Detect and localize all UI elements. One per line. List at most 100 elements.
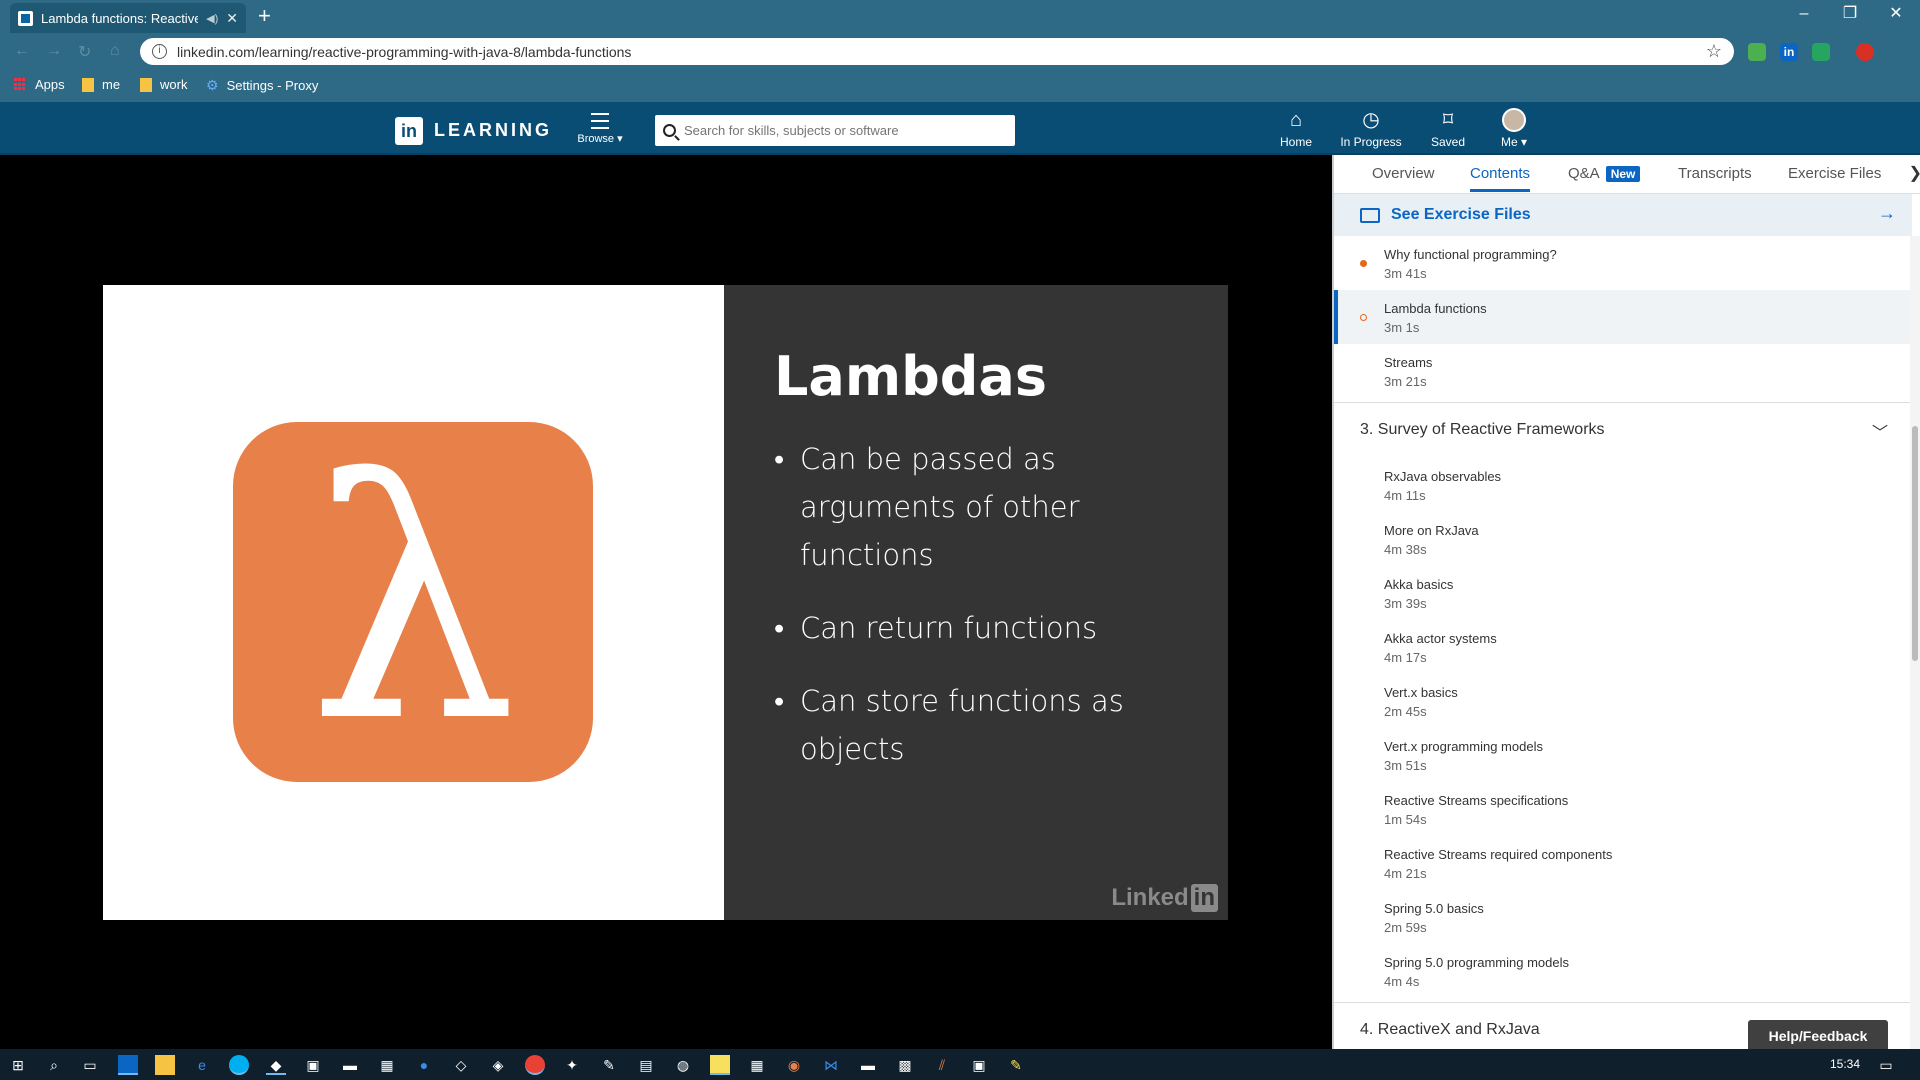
list-item[interactable]: RxJava observables 4m 11s [1334, 458, 1912, 512]
list-item[interactable]: Akka basics 3m 39s [1334, 566, 1912, 620]
site-info-icon[interactable]: i [152, 44, 167, 59]
tab-contents[interactable]: Contents [1470, 165, 1531, 192]
tab-close-icon[interactable]: ✕ [226, 10, 238, 27]
nav-in-progress[interactable]: ◷ In Progress [1340, 108, 1402, 149]
vscode-icon[interactable]: ⋈ [821, 1055, 841, 1075]
lesson-title: Reactive Streams required components [1384, 847, 1613, 862]
bookmark-icon: ⌑ [1442, 109, 1454, 131]
system-clock[interactable]: 15:34 [1830, 1057, 1860, 1071]
app-icon[interactable]: ◉ [784, 1055, 804, 1075]
speaker-icon[interactable]: ◀) [206, 12, 218, 25]
nav-saved[interactable]: ⌑ Saved [1428, 108, 1468, 149]
tab-exercise-files[interactable]: Exercise Files [1788, 165, 1881, 182]
outlook-icon[interactable] [118, 1055, 138, 1075]
folder-icon [82, 77, 94, 92]
new-tab-icon[interactable]: + [258, 4, 271, 28]
lesson-title: Akka actor systems [1384, 631, 1497, 646]
restore-icon[interactable]: ❐ [1828, 0, 1872, 30]
notepad-icon[interactable]: ✎ [1006, 1055, 1026, 1075]
app-icon[interactable]: ▬ [340, 1055, 360, 1075]
chapter-title: 3. Survey of Reactive Frameworks [1360, 421, 1605, 438]
list-item-current[interactable]: Lambda functions 3m 1s [1334, 290, 1912, 344]
tab-qa[interactable]: Q&A New [1568, 165, 1641, 182]
list-item[interactable]: Reactive Streams specifications 1m 54s [1334, 782, 1912, 836]
video-player[interactable]: λ Lambdas Can be passed as arguments of … [0, 155, 1332, 1049]
list-item[interactable]: Why functional programming? 3m 41s [1334, 236, 1912, 290]
list-item[interactable]: Akka actor systems 4m 17s [1334, 620, 1912, 674]
minimize-icon[interactable]: – [1782, 0, 1826, 30]
terminal-icon[interactable]: ▣ [303, 1055, 323, 1075]
list-item[interactable]: Spring 5.0 programming models 4m 4s [1334, 944, 1912, 998]
search-icon[interactable]: ⌕ [44, 1055, 64, 1075]
app-icon[interactable]: ▣ [969, 1055, 989, 1075]
notifications-icon[interactable]: ▭ [1876, 1055, 1896, 1075]
intellij-icon[interactable]: ▦ [747, 1055, 767, 1075]
browse-menu[interactable]: Browse ▾ [574, 110, 626, 145]
list-item[interactable]: Vert.x basics 2m 45s [1334, 674, 1912, 728]
linkedin-learning-header: in LEARNING Browse ▾ ⌂ Home ◷ In Progres… [0, 102, 1920, 155]
learning-logo-text[interactable]: LEARNING [434, 120, 552, 141]
app-icon[interactable]: ⫽ [932, 1055, 952, 1075]
help-feedback-button[interactable]: Help/Feedback [1748, 1020, 1888, 1052]
back-icon[interactable]: ← [14, 42, 30, 60]
windows-taskbar: ⊞ ⌕ ▭ e ◆ ▣ ▬ ▦ ● ◇ ◈ ✦ ✎ ▤ ◍ ▦ ◉ ⋈ ▬ ▩ … [0, 1049, 1920, 1080]
list-item[interactable]: Spring 5.0 basics 2m 59s [1334, 890, 1912, 944]
bookmark-star-icon[interactable]: ☆ [1706, 41, 1722, 62]
list-item[interactable]: Streams 3m 21s [1334, 344, 1912, 398]
sticky-notes-icon[interactable] [710, 1055, 730, 1075]
app-icon[interactable]: ▬ [858, 1055, 878, 1075]
bookmark-me[interactable]: me [82, 77, 120, 92]
browser-tab[interactable]: Lambda functions: Reactive P ◀) ✕ [10, 3, 246, 33]
home-icon[interactable]: ⌂ [110, 42, 120, 60]
edge-icon[interactable]: e [192, 1055, 212, 1075]
extension-icon[interactable] [1748, 43, 1766, 61]
tab-transcripts[interactable]: Transcripts [1678, 165, 1752, 182]
app-icon[interactable]: ▤ [636, 1055, 656, 1075]
windows-start-icon[interactable]: ⊞ [8, 1055, 28, 1075]
virtualbox-icon[interactable]: ◇ [451, 1055, 471, 1075]
chevron-down-icon[interactable]: ﹀ [1872, 419, 1888, 443]
profile-icon[interactable] [1856, 43, 1874, 61]
nav-me[interactable]: Me ▾ [1496, 108, 1532, 149]
linkedin-favicon-icon [18, 10, 33, 26]
url-text[interactable]: linkedin.com/learning/reactive-programmi… [177, 44, 1696, 60]
search-box[interactable] [655, 115, 1015, 146]
app-icon[interactable]: ● [414, 1055, 434, 1075]
bookmark-apps[interactable]: Apps [14, 77, 65, 92]
bookmark-settings-proxy[interactable]: ⚙ Settings - Proxy [206, 77, 318, 94]
lesson-title: Spring 5.0 programming models [1384, 955, 1569, 970]
app-icon[interactable]: ✦ [562, 1055, 582, 1075]
chevron-right-icon[interactable]: ❯ [1909, 163, 1920, 183]
bookmark-label: Apps [35, 77, 65, 92]
app-icon[interactable]: ✎ [599, 1055, 619, 1075]
forward-icon[interactable]: → [46, 42, 62, 60]
app-icon[interactable]: ▩ [895, 1055, 915, 1075]
tab-overview[interactable]: Overview [1372, 165, 1435, 182]
list-item[interactable]: Vert.x programming models 3m 51s [1334, 728, 1912, 782]
linkedin-watermark: Linked in [1111, 884, 1218, 912]
intellij-icon[interactable]: ▦ [377, 1055, 397, 1075]
list-item[interactable]: More on RxJava 4m 38s [1334, 512, 1912, 566]
chrome-icon[interactable] [525, 1055, 545, 1075]
app-icon[interactable]: ◆ [266, 1055, 286, 1075]
skype-icon[interactable] [229, 1055, 249, 1075]
close-window-icon[interactable]: ✕ [1874, 0, 1918, 30]
scrollbar-thumb[interactable] [1912, 426, 1918, 661]
grammarly-extension-icon[interactable] [1812, 43, 1830, 61]
nav-home[interactable]: ⌂ Home [1276, 108, 1316, 149]
see-exercise-files[interactable]: See Exercise Files → [1334, 194, 1912, 236]
linkedin-logo-icon[interactable]: in [395, 117, 423, 145]
url-field[interactable]: i linkedin.com/learning/reactive-program… [140, 38, 1734, 65]
task-view-icon[interactable]: ▭ [80, 1055, 100, 1075]
reload-icon[interactable]: ↻ [78, 42, 91, 62]
sidebar-scrollbar[interactable] [1910, 236, 1920, 1049]
app-icon[interactable]: ◍ [673, 1055, 693, 1075]
chapter-header[interactable]: 3. Survey of Reactive Frameworks ﹀ [1334, 402, 1912, 458]
list-item[interactable]: Reactive Streams required components 4m 2… [1334, 836, 1912, 890]
search-input[interactable] [684, 123, 1004, 138]
bookmark-work[interactable]: work [140, 77, 187, 92]
linkedin-extension-icon[interactable]: in [1780, 43, 1798, 61]
app-icon[interactable]: ◈ [488, 1055, 508, 1075]
file-explorer-icon[interactable] [155, 1055, 175, 1075]
list-icon [591, 113, 609, 129]
